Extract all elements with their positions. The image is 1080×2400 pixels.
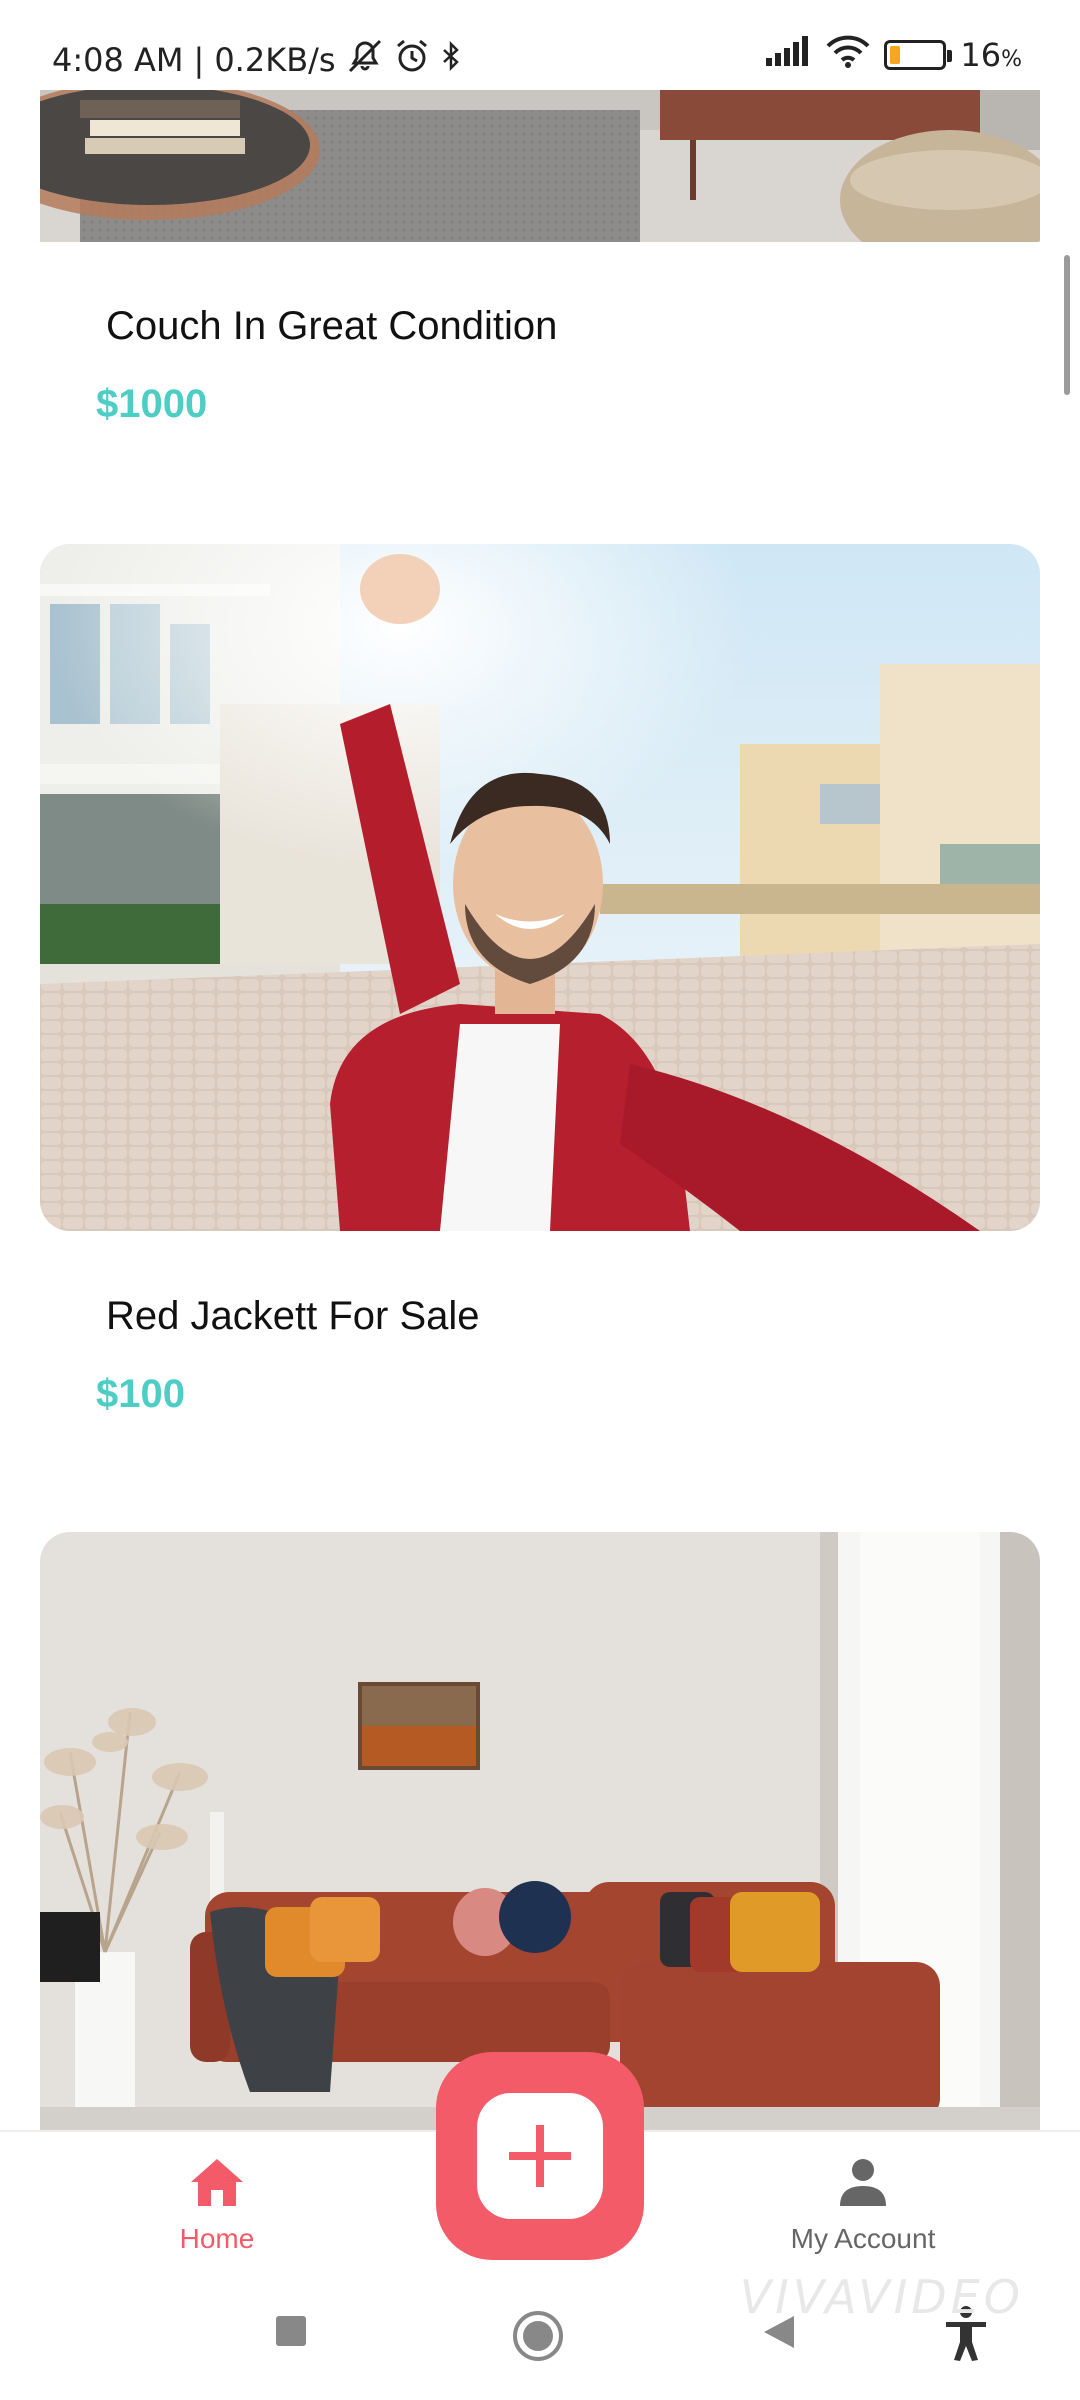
system-home-button[interactable]	[512, 2310, 564, 2367]
scrollbar[interactable]	[1064, 255, 1070, 395]
bluetooth-icon	[440, 40, 462, 79]
nav-home[interactable]: Home	[107, 2156, 327, 2255]
listing-image[interactable]	[40, 544, 1040, 1231]
plus-icon	[509, 2125, 571, 2187]
status-time: 4:08 AM	[52, 41, 184, 79]
wifi-icon	[826, 34, 870, 76]
listing-title[interactable]: Couch In Great Condition	[106, 304, 557, 349]
listing-image[interactable]	[40, 1532, 1040, 2130]
circle-icon	[513, 2311, 563, 2361]
add-listing-button[interactable]	[436, 2052, 644, 2260]
status-bar: 4:08 AM | 0.2KB/s 16%	[0, 0, 1080, 90]
alarm-clock-icon	[394, 38, 430, 82]
watermark: VIVAVIDEO	[739, 2270, 1024, 2324]
battery-level	[890, 46, 901, 64]
recents-button[interactable]	[274, 2314, 308, 2353]
orange-sectional-sofa-photo	[40, 1532, 1040, 2130]
listing-title[interactable]: Red Jackett For Sale	[106, 1294, 480, 1339]
man-red-jacket-selfie-photo	[40, 544, 1040, 1231]
nav-home-label: Home	[179, 2223, 255, 2254]
battery-unit: %	[1001, 47, 1022, 72]
listings-feed[interactable]: Couch In Great Condition $1000 Red Jacke…	[0, 90, 1080, 2130]
square-icon	[276, 2316, 306, 2346]
status-left: 4:08 AM | 0.2KB/s	[52, 38, 462, 82]
home-icon	[191, 2159, 243, 2206]
listing-price: $100	[96, 1372, 185, 1416]
signal-icon	[766, 36, 812, 74]
listing-image[interactable]	[40, 90, 1040, 242]
person-icon	[840, 2159, 886, 2206]
living-room-couch-photo	[40, 90, 1040, 242]
battery-percent: 16	[960, 36, 1002, 74]
nav-account-label: My Account	[790, 2223, 936, 2254]
fab-inner	[477, 2093, 603, 2219]
nav-my-account[interactable]: My Account	[753, 2156, 973, 2255]
status-right: 16%	[766, 34, 1022, 76]
network-speed: 0.2KB/s	[214, 41, 336, 79]
listing-price: $1000	[96, 382, 208, 426]
battery-icon	[884, 40, 953, 70]
muted-alarm-icon	[346, 39, 384, 81]
